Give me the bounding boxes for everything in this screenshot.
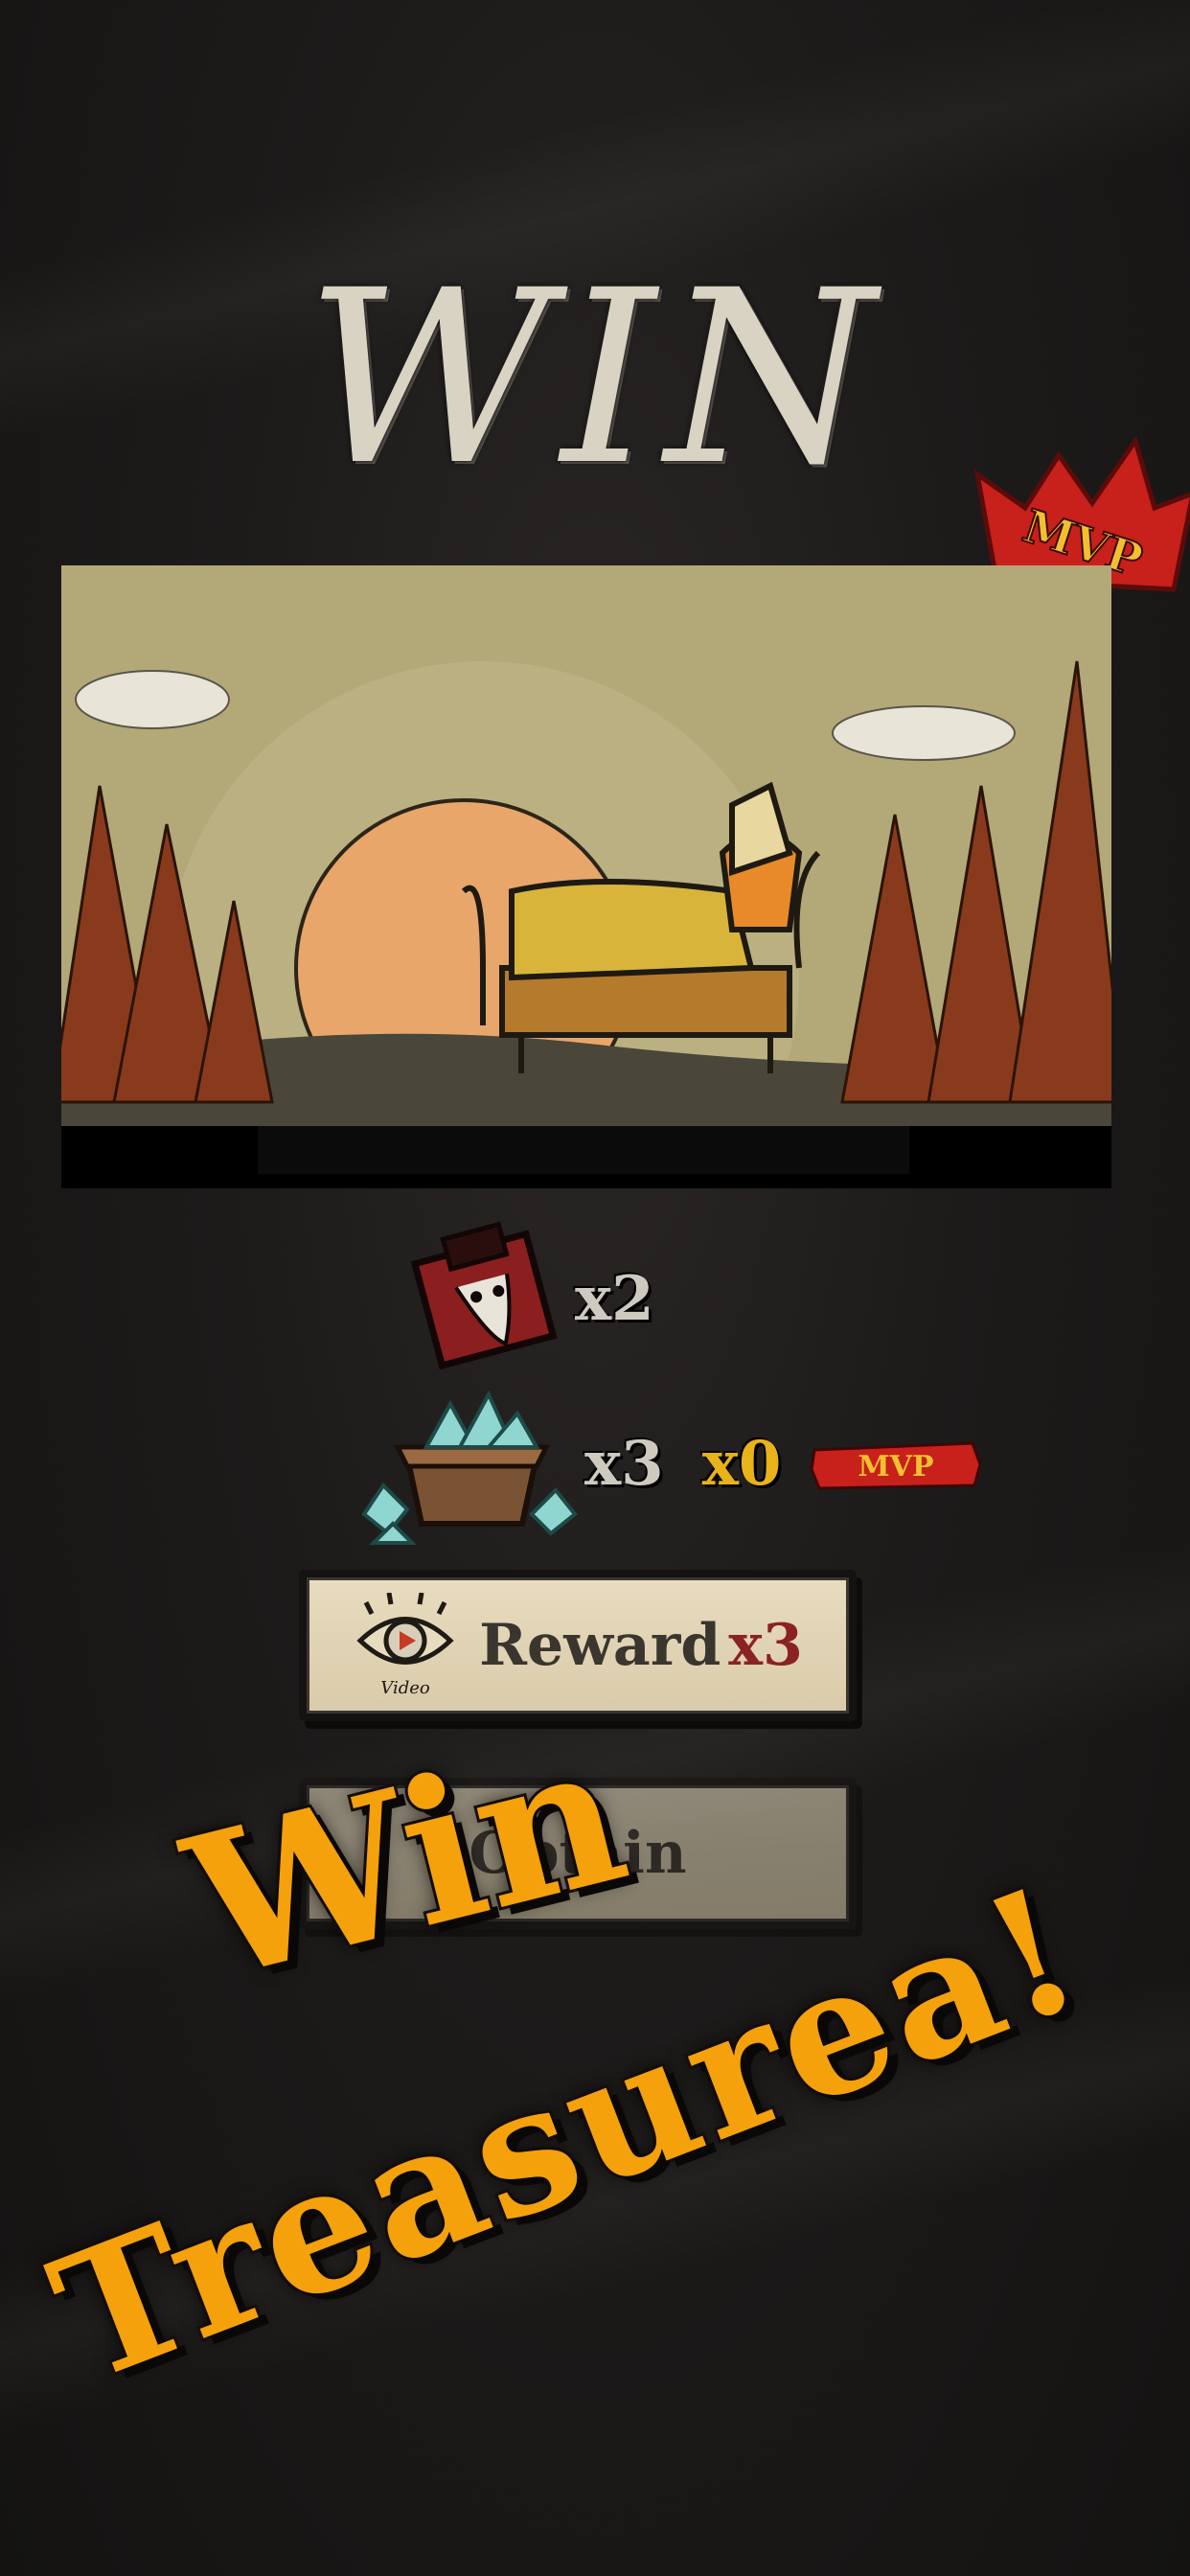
scene-caption-bar <box>258 1126 909 1174</box>
puzzle-fragment-icon <box>410 1221 558 1370</box>
promo-text-line1: Win <box>165 1693 648 2028</box>
mvp-bonus-quantity: x0 <box>701 1428 782 1500</box>
reward-row-fragment: x2 <box>402 1212 654 1385</box>
reward-row-gems: x3 x0 MVP <box>355 1380 982 1548</box>
reward-button-label: Reward <box>479 1612 721 1679</box>
gem-quantity: x3 <box>584 1428 664 1500</box>
fragment-quantity: x2 <box>575 1262 654 1335</box>
reward-button-multiplier: x3 <box>728 1612 803 1679</box>
mvp-tag-label: MVP <box>858 1450 934 1484</box>
gem-crate-icon <box>361 1390 578 1545</box>
mvp-tag-icon: MVP <box>810 1440 982 1490</box>
video-caption: Video <box>380 1678 430 1698</box>
video-eye-icon: Video <box>356 1593 454 1698</box>
victory-scene <box>61 565 1111 1188</box>
